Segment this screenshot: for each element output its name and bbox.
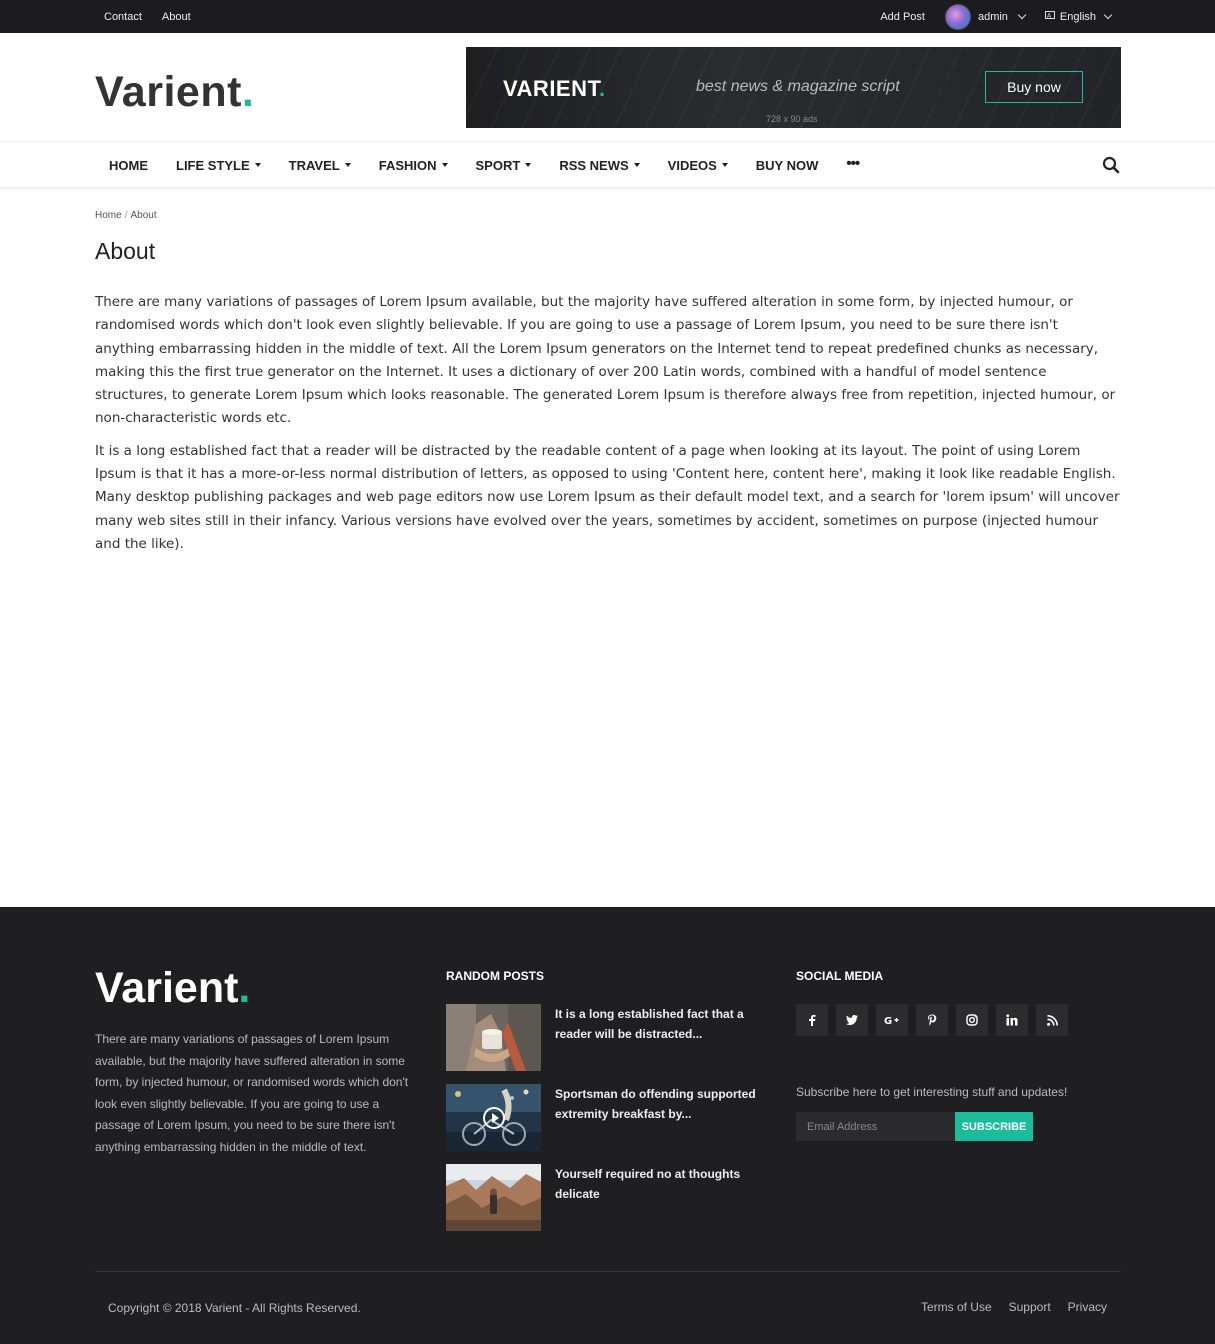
footer-logo-text: Varient	[95, 964, 239, 1012]
nav-item-home[interactable]: HOME	[109, 158, 148, 173]
post-thumbnail[interactable]	[446, 1004, 541, 1071]
nav-item-label: TRAVEL	[288, 157, 340, 173]
chevron-down-icon	[1103, 10, 1113, 19]
language-selector[interactable]: A English	[1044, 10, 1113, 23]
copyright-text: Copyright © 2018 Varient - All Rights Re…	[108, 1301, 361, 1315]
nav-item-buy-now[interactable]: BUY NOW	[756, 158, 819, 173]
nav-item-life-style[interactable]: LIFE STYLE	[176, 158, 261, 173]
post-title[interactable]: Sportsman do offending supported extremi…	[555, 1084, 777, 1124]
content-paragraph: It is a long established fact that a rea…	[95, 442, 1120, 552]
ad-brand: VARIENT.	[503, 76, 606, 102]
breadcrumb-home[interactable]: Home	[95, 210, 122, 221]
breadcrumb: Home / About	[95, 210, 1121, 221]
add-post-link[interactable]: Add Post	[880, 11, 925, 23]
about-link[interactable]: About	[162, 11, 191, 23]
top-bar-right: Add Post admin A English	[880, 0, 1113, 33]
footer-divider	[95, 1271, 1121, 1272]
social-icons: G	[796, 1004, 1068, 1036]
nav-item-label: FASHION	[378, 157, 437, 173]
pinterest-icon[interactable]	[916, 1004, 948, 1036]
caret-down-icon	[633, 163, 640, 167]
nav-item-label: VIDEOS	[667, 157, 717, 173]
footer-logo-dot: .	[238, 964, 251, 1012]
caret-down-icon	[254, 163, 261, 167]
site-footer: Varient. There are many variations of pa…	[0, 907, 1215, 1344]
nav-more-button[interactable]: •••	[846, 155, 860, 172]
nav-item-label: BUY NOW	[755, 157, 819, 173]
nav-item-videos[interactable]: VIDEOS	[668, 158, 728, 173]
linkedin-icon[interactable]	[996, 1004, 1028, 1036]
footer-about-text: There are many variations of passages of…	[95, 1032, 409, 1154]
breadcrumb-current: About	[130, 210, 157, 221]
instagram-icon[interactable]	[956, 1004, 988, 1036]
ad-tagline: best news & magazine script	[696, 78, 900, 95]
footer-links: Terms of Use Support Privacy	[921, 1300, 1107, 1314]
caret-down-icon	[525, 163, 532, 167]
site-logo[interactable]: Varient.	[95, 68, 254, 117]
site-header: Varient. VARIENT. best news & magazine s…	[0, 33, 1215, 141]
nav-item-label: RSS NEWS	[559, 157, 629, 173]
privacy-link[interactable]: Privacy	[1068, 1300, 1107, 1314]
user-menu[interactable]: admin	[944, 3, 1027, 30]
main-content: Home / About About There are many variatio…	[95, 210, 1121, 556]
nav-item-travel[interactable]: TRAVEL	[289, 158, 351, 173]
page-title: About	[95, 238, 156, 264]
play-icon[interactable]	[483, 1107, 505, 1129]
terms-of-use-link[interactable]: Terms of Use	[921, 1300, 992, 1314]
svg-text:G: G	[884, 1016, 892, 1025]
twitter-icon[interactable]	[836, 1004, 868, 1036]
caret-down-icon	[721, 163, 728, 167]
search-icon[interactable]	[1102, 156, 1120, 174]
language-icon: A	[1044, 10, 1055, 23]
nav-item-label: HOME	[109, 157, 148, 173]
ad-brand-dot: .	[599, 76, 606, 101]
caret-down-icon	[344, 163, 351, 167]
top-bar: Contact About Add Post admin A English	[0, 0, 1215, 33]
chevron-down-icon	[1017, 10, 1027, 19]
social-media-heading: SOCIAL MEDIA	[796, 969, 884, 983]
logo-text: Varient	[95, 68, 242, 116]
post-thumbnail[interactable]	[446, 1084, 541, 1151]
caret-down-icon	[441, 163, 448, 167]
nav-item-fashion[interactable]: FASHION	[379, 158, 448, 173]
nav-item-label: SPORT	[475, 157, 521, 173]
logo-dot: .	[241, 68, 255, 116]
ad-brand-text: VARIENT	[503, 76, 599, 101]
rss-icon[interactable]	[1036, 1004, 1068, 1036]
random-posts-heading: RANDOM POSTS	[446, 969, 545, 983]
support-link[interactable]: Support	[1009, 1300, 1051, 1314]
language-label: English	[1059, 10, 1096, 23]
header-ad-banner[interactable]: VARIENT. best news & magazine script Buy…	[466, 47, 1121, 128]
username: admin	[977, 10, 1008, 23]
post-title[interactable]: Yourself required no at thoughts delicat…	[555, 1164, 777, 1204]
nav-item-sport[interactable]: SPORT	[476, 158, 532, 173]
subscribe-form: SUBSCRIBE	[796, 1112, 1033, 1141]
email-field[interactable]	[796, 1112, 955, 1141]
subscribe-text: Subscribe here to get interesting stuff …	[796, 1085, 1068, 1099]
random-post-item[interactable]: Sportsman do offending supported extremi…	[446, 1084, 776, 1151]
facebook-icon[interactable]	[796, 1004, 828, 1036]
more-icon: •••	[846, 154, 860, 172]
nav-menu: HOME LIFE STYLE TRAVEL FASHION SPORT RSS…	[109, 142, 887, 188]
google-plus-icon[interactable]: G	[876, 1004, 908, 1036]
post-title[interactable]: It is a long established fact that a rea…	[555, 1004, 777, 1044]
post-thumbnail[interactable]	[446, 1164, 541, 1231]
avatar	[944, 3, 971, 30]
random-post-item[interactable]: It is a long established fact that a rea…	[446, 1004, 776, 1071]
subscribe-button[interactable]: SUBSCRIBE	[955, 1112, 1033, 1141]
nav-item-label: LIFE STYLE	[176, 157, 250, 173]
random-post-item[interactable]: Yourself required no at thoughts delicat…	[446, 1164, 776, 1231]
content-paragraph: There are many variations of passages of…	[95, 294, 1116, 427]
nav-item-rss-news[interactable]: RSS NEWS	[559, 157, 640, 173]
main-nav: HOME LIFE STYLE TRAVEL FASHION SPORT RSS…	[0, 141, 1215, 187]
breadcrumb-separator: /	[124, 210, 128, 221]
ad-size-label: 728 x 90 ads	[766, 114, 818, 124]
footer-logo[interactable]: Varient.	[95, 964, 250, 1013]
ad-buy-now-button[interactable]: Buy now	[985, 71, 1083, 103]
contact-link[interactable]: Contact	[104, 11, 142, 23]
top-bar-links: Contact About	[104, 0, 191, 33]
